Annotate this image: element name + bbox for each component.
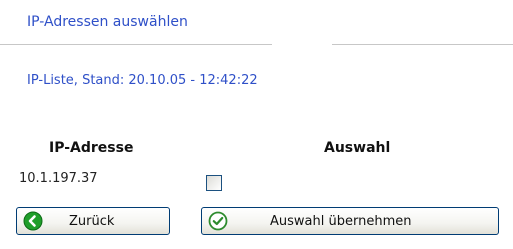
arrow-left-circle-icon <box>23 211 43 231</box>
title-separator-right <box>332 44 513 45</box>
page-title: IP-Adressen auswählen <box>27 14 188 30</box>
checkmark-circle-icon <box>208 211 228 231</box>
back-button[interactable]: Zurück <box>16 207 170 235</box>
apply-selection-label: Auswahl übernehmen <box>270 213 412 229</box>
column-header-ip: IP-Adresse <box>49 140 134 156</box>
select-checkbox[interactable] <box>206 175 222 191</box>
apply-selection-button[interactable]: Auswahl übernehmen <box>201 207 499 235</box>
title-separator-left <box>0 44 272 45</box>
ip-address-cell: 10.1.197.37 <box>19 171 98 186</box>
list-status-subtitle: IP-Liste, Stand: 20.10.05 - 12:42:22 <box>27 73 258 88</box>
column-header-selection: Auswahl <box>324 140 391 156</box>
back-button-label: Zurück <box>69 213 115 229</box>
